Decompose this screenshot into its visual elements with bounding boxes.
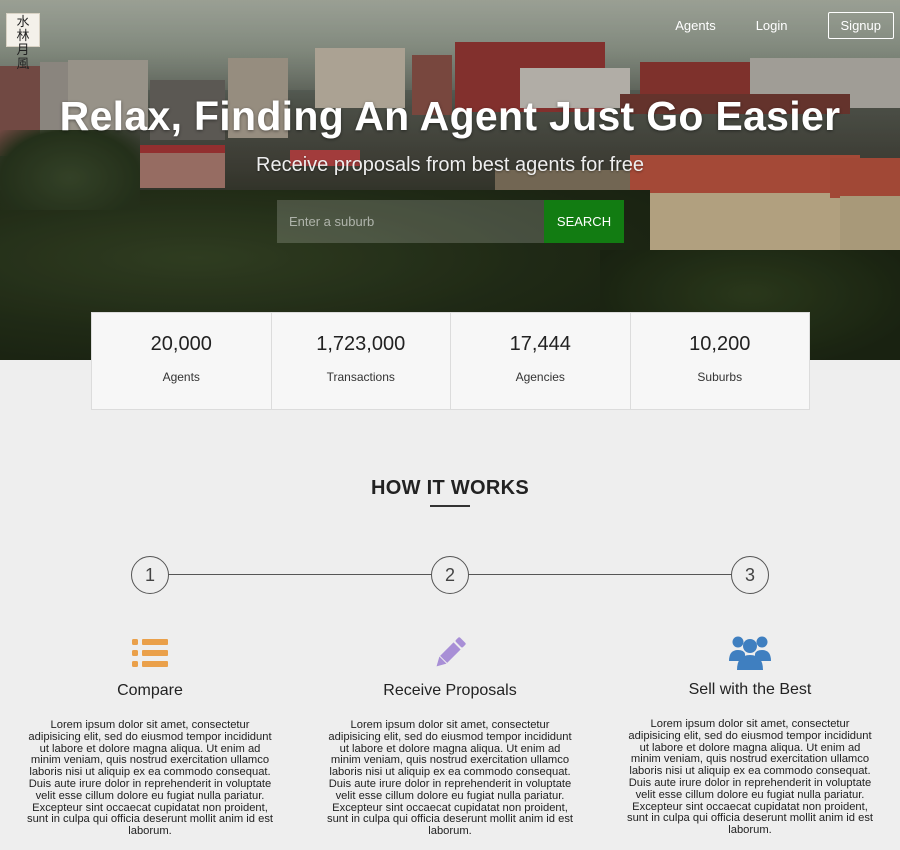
step-sell-with-best: Sell with the Best Lorem ipsum dolor sit…	[625, 632, 875, 837]
users-icon	[625, 632, 875, 672]
site-logo[interactable]: 水 林 月 風	[6, 13, 40, 72]
stat-value: 10,200	[689, 333, 751, 355]
title-underline	[430, 505, 470, 507]
logo-glyph: 林	[16, 29, 30, 44]
signup-button[interactable]: Signup	[827, 12, 894, 39]
stat-label: Suburbs	[697, 370, 743, 384]
how-it-works-title: HOW IT WORKS	[370, 477, 530, 499]
step-3-circle: 3	[731, 556, 769, 594]
nav-agents-link[interactable]: Agents	[675, 18, 715, 33]
stat-label: Transactions	[326, 370, 395, 384]
pencil-icon	[325, 633, 575, 673]
step-compare: Compare Lorem ipsum dolor sit amet, cons…	[25, 633, 275, 838]
list-icon	[25, 633, 275, 673]
hero-subtitle: Receive proposals from best agents for f…	[256, 154, 644, 176]
logo-glyph: 水	[16, 15, 30, 30]
logo-glyph: 月	[16, 43, 30, 58]
stats-panel: 20,000 Agents 1,723,000 Transactions 17,…	[91, 312, 810, 410]
top-nav: Agents Login Signup	[675, 12, 894, 39]
nav-login-link[interactable]: Login	[756, 18, 788, 33]
step-description: Lorem ipsum dolor sit amet, consectetur …	[626, 718, 874, 837]
step-title: Compare	[117, 682, 183, 699]
stat-transactions: 1,723,000 Transactions	[272, 313, 451, 409]
stat-suburbs: 10,200 Suburbs	[631, 313, 810, 409]
stat-agencies: 17,444 Agencies	[451, 313, 631, 409]
search-button[interactable]: SEARCH	[544, 200, 624, 243]
step-description: Lorem ipsum dolor sit amet, consectetur …	[326, 719, 574, 838]
hero-banner: 水 林 月 風 Agents Login Signup Relax, Findi…	[0, 0, 900, 360]
stat-label: Agencies	[515, 370, 565, 384]
stat-value: 1,723,000	[316, 333, 406, 355]
logo-glyph: 風	[16, 57, 30, 72]
stat-value: 17,444	[509, 333, 571, 355]
step-title: Receive Proposals	[383, 682, 517, 699]
stat-agents: 20,000 Agents	[92, 313, 272, 409]
suburb-search-input[interactable]	[277, 200, 544, 243]
step-title: Sell with the Best	[688, 681, 812, 698]
stat-value: 20,000	[150, 333, 212, 355]
step-2-circle: 2	[431, 556, 469, 594]
step-receive-proposals: Receive Proposals Lorem ipsum dolor sit …	[325, 633, 575, 838]
step-1-circle: 1	[131, 556, 169, 594]
hero-title: Relax, Finding An Agent Just Go Easier	[59, 93, 841, 139]
step-description: Lorem ipsum dolor sit amet, consectetur …	[26, 719, 274, 838]
stat-label: Agents	[162, 370, 200, 384]
